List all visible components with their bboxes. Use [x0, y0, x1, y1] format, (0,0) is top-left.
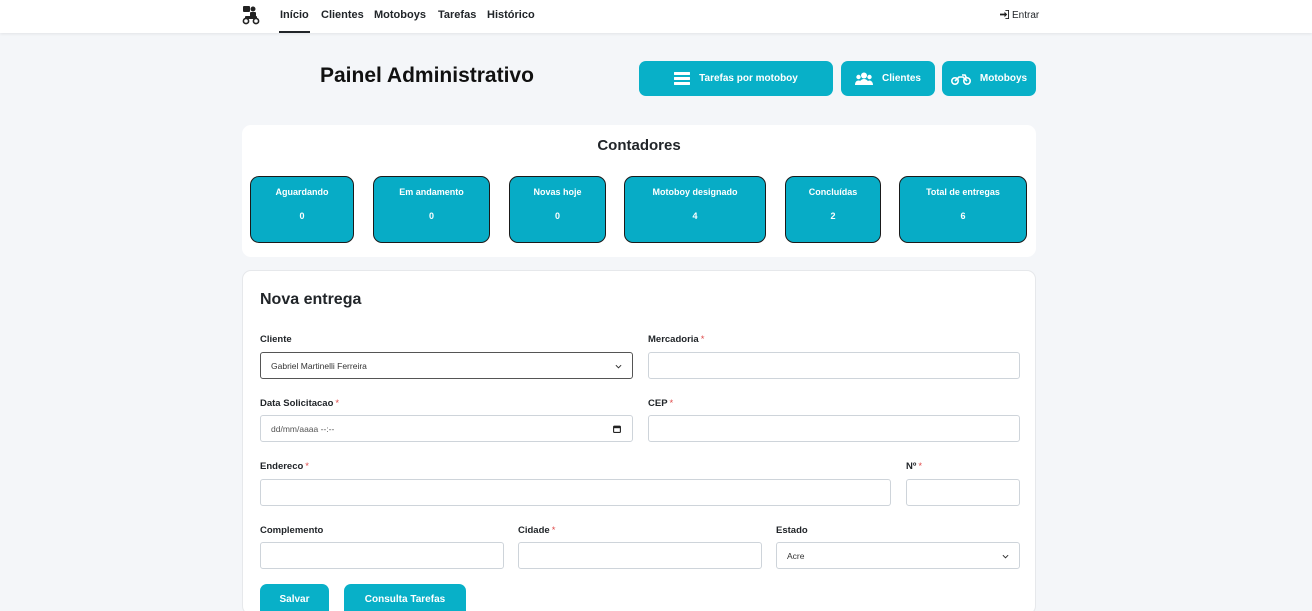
cep-input[interactable]: [648, 415, 1020, 442]
cliente-label: Cliente: [260, 334, 292, 345]
counter-value: 4: [692, 211, 698, 221]
counter-value: 0: [554, 211, 560, 221]
counter-em-andamento: Em andamento 0: [373, 176, 490, 243]
list-icon: [674, 72, 691, 85]
numero-label: Nº *: [906, 461, 923, 472]
login-label: Entrar: [1012, 10, 1040, 21]
tarefas-por-motoboy-button[interactable]: Tarefas por motoboy: [639, 61, 833, 96]
counter-aguardando: Aguardando 0: [250, 176, 354, 243]
estado-select-value: Acre: [787, 550, 805, 561]
page-title: Painel Administrativo: [320, 64, 534, 87]
counters-title: Contadores: [597, 137, 681, 154]
counter-label: Em andamento: [399, 187, 464, 197]
nav-item-clientes[interactable]: Clientes: [321, 9, 364, 21]
counter-label: Total de entregas: [926, 187, 1000, 197]
counter-label: Aguardando: [275, 187, 329, 197]
date-placeholder: dd/mm/aaaa --:--: [271, 423, 335, 434]
motoboys-button[interactable]: Motoboys: [942, 61, 1036, 96]
nav-item-historico[interactable]: Histórico: [487, 9, 535, 21]
nova-entrega-card: Nova entrega Cliente Gabriel Martinelli …: [242, 270, 1036, 611]
endereco-label: Endereco *: [260, 461, 309, 472]
endereco-input[interactable]: [260, 479, 891, 506]
counter-value: 6: [960, 211, 966, 221]
counter-motoboy-designado: Motoboy designado 4: [624, 176, 766, 243]
nav-item-inicio[interactable]: Início: [279, 9, 310, 33]
clientes-button-label: Clientes: [882, 73, 921, 84]
estado-label: Estado: [776, 525, 808, 536]
counter-total-entregas: Total de entregas 6: [899, 176, 1027, 243]
users-icon: [855, 72, 874, 85]
counter-label: Concluídas: [808, 187, 858, 197]
motoboys-button-label: Motoboys: [979, 73, 1028, 84]
data-solicitacao-input[interactable]: dd/mm/aaaa --:--: [260, 415, 633, 442]
calendar-icon[interactable]: [613, 425, 621, 433]
counter-value: 0: [428, 211, 434, 221]
cidade-input[interactable]: [518, 542, 762, 569]
cliente-select-value: Gabriel Martinelli Ferreira: [271, 360, 367, 371]
counter-label: Motoboy designado: [652, 187, 738, 197]
counter-label: Novas hoje: [533, 187, 582, 197]
mercadoria-label: Mercadoria *: [648, 334, 705, 345]
counter-value: 0: [299, 211, 305, 221]
clientes-button[interactable]: Clientes: [841, 61, 935, 96]
complemento-label: Complemento: [260, 525, 324, 536]
form-title: Nova entrega: [260, 291, 362, 308]
cidade-label: Cidade *: [518, 525, 556, 536]
consulta-tarefas-button[interactable]: Consulta Tarefas: [344, 584, 466, 611]
delivery-motoboy-logo-icon[interactable]: [241, 5, 261, 25]
tarefas-por-motoboy-label: Tarefas por motoboy: [699, 73, 798, 84]
cep-label: CEP *: [648, 398, 674, 409]
counter-concluidas: Concluídas 2: [785, 176, 881, 243]
save-button[interactable]: Salvar: [260, 584, 329, 611]
chevron-down-icon: [615, 364, 622, 369]
cliente-select[interactable]: Gabriel Martinelli Ferreira: [260, 352, 633, 379]
nav-item-tarefas[interactable]: Tarefas: [438, 9, 476, 21]
complemento-input[interactable]: [260, 542, 504, 569]
login-link[interactable]: Entrar: [1000, 10, 1039, 21]
nav-item-motoboys[interactable]: Motoboys: [374, 9, 426, 21]
top-navbar: Início Clientes Motoboys Tarefas Históri…: [0, 0, 1312, 33]
counters-card: Contadores Aguardando 0 Em andamento 0 N…: [242, 125, 1036, 257]
motorcycle-icon: [950, 73, 971, 85]
chevron-down-icon: [1002, 554, 1009, 559]
mercadoria-input[interactable]: [648, 352, 1020, 379]
counter-value: 2: [830, 211, 836, 221]
sign-in-icon: [1000, 10, 1009, 19]
counter-novas-hoje: Novas hoje 0: [509, 176, 606, 243]
numero-input[interactable]: [906, 479, 1020, 506]
data-solicitacao-label: Data Solicitacao *: [260, 398, 340, 409]
estado-select[interactable]: Acre: [776, 542, 1020, 569]
